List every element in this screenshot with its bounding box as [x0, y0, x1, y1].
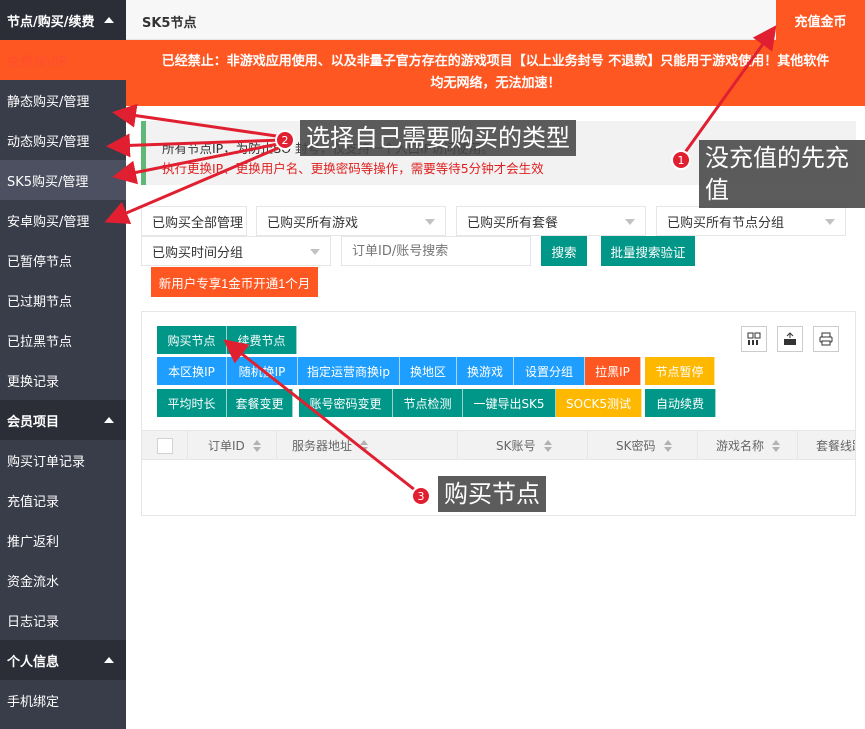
- buy-node-button[interactable]: 购买节点: [157, 326, 227, 354]
- chevron-down-icon: [825, 219, 835, 225]
- sidebar-item-expired[interactable]: 已过期节点: [0, 280, 126, 320]
- pause-node-button[interactable]: 节点暂停: [645, 357, 715, 385]
- time-group-select-value: 已购买时间分组: [152, 245, 244, 261]
- game-select-value: 已购买所有游戏: [267, 215, 359, 231]
- sidebar-group-label: 个人信息: [7, 654, 60, 670]
- recharge-button[interactable]: 充值金币: [776, 0, 865, 40]
- chevron-up-icon: [104, 417, 114, 423]
- col-label: SK账号: [496, 439, 536, 453]
- sock5-test-button[interactable]: SOCK5测试: [556, 389, 642, 417]
- sidebar-item-paused[interactable]: 已暂停节点: [0, 240, 126, 280]
- col-label: 服务器地址: [292, 439, 353, 453]
- sidebar-item-blacklisted[interactable]: 已拉黑节点: [0, 320, 126, 360]
- select-all-checkbox[interactable]: [156, 437, 173, 454]
- random-change-ip-button[interactable]: 随机换IP: [227, 357, 298, 385]
- sidebar-item-dynamic[interactable]: 动态购买/管理: [0, 120, 126, 160]
- sidebar-item-funds[interactable]: 资金流水: [0, 560, 126, 600]
- select-all-cell: [142, 431, 188, 460]
- change-account-password-button[interactable]: 账号密码变更: [299, 389, 393, 417]
- col-sk-password[interactable]: SK密码: [588, 431, 698, 460]
- col-server-address[interactable]: 服务器地址: [277, 431, 458, 460]
- sidebar-group-label: 会员项目: [7, 414, 60, 430]
- sidebar-item-static[interactable]: 静态购买/管理: [0, 80, 126, 120]
- sort-icon: [663, 439, 672, 452]
- node-group-select-value: 已购买所有节点分组: [667, 215, 785, 231]
- page-title: SK5节点: [142, 16, 197, 31]
- annotation-tag-1: 没充值的先充 值: [699, 140, 865, 208]
- package-select-value: 已购买所有套餐: [467, 215, 559, 231]
- game-select[interactable]: 已购买所有游戏: [256, 206, 446, 236]
- manage-all-button[interactable]: 已购买全部管理: [141, 206, 247, 236]
- col-game-name[interactable]: 游戏名称: [698, 431, 798, 460]
- batch-search-button[interactable]: 批量搜索验证: [601, 236, 695, 266]
- col-package-route[interactable]: 套餐线路: [798, 431, 855, 460]
- sort-icon: [772, 439, 781, 452]
- col-label: 订单ID: [208, 439, 245, 453]
- col-label: 游戏名称: [716, 439, 765, 453]
- col-order-id[interactable]: 订单ID: [188, 431, 277, 460]
- col-sk-account[interactable]: SK账号: [458, 431, 588, 460]
- auto-renew-button[interactable]: 自动续费: [645, 389, 716, 417]
- warning-banner: 已经禁止：非游戏应用使用、以及非量子官方存在的游戏项目【以上业务封号 不退款】只…: [126, 40, 865, 106]
- annotation-number-2: 2: [275, 130, 295, 150]
- sidebar-item-sk5[interactable]: SK5购买/管理: [0, 160, 126, 200]
- change-game-button[interactable]: 换游戏: [457, 357, 514, 385]
- avg-duration-button[interactable]: 平均时长: [157, 389, 227, 417]
- renew-node-button[interactable]: 续费节点: [227, 326, 297, 354]
- search-button[interactable]: 搜索: [541, 236, 587, 266]
- chevron-down-icon: [425, 219, 435, 225]
- export-icon[interactable]: [777, 326, 803, 352]
- col-label: SK密码: [616, 439, 656, 453]
- sidebar-group-profile[interactable]: 个人信息: [0, 640, 126, 680]
- sidebar-item-orders[interactable]: 购买订单记录: [0, 440, 126, 480]
- print-icon[interactable]: [813, 326, 839, 352]
- sort-icon: [543, 439, 552, 452]
- promo-button[interactable]: 新用户专享1金币开通1个月: [151, 267, 318, 297]
- annotation-number-3: 3: [411, 486, 431, 506]
- annotation-tag-1-line-1: 没充值的先充: [705, 144, 849, 172]
- sidebar-item-free-vip[interactable]: 免费领VIP: [0, 40, 126, 80]
- change-package-button[interactable]: 套餐变更: [227, 389, 293, 417]
- block-ip-button[interactable]: 拉黑IP: [585, 357, 641, 385]
- sidebar-item-change-log[interactable]: 更换记录: [0, 360, 126, 400]
- carrier-change-ip-button[interactable]: 指定运营商换ip: [298, 357, 400, 385]
- sidebar-item-phone[interactable]: 手机绑定: [0, 680, 126, 720]
- table-header: 订单ID 服务器地址 SK账号 SK密码 游戏名称 套餐线路: [142, 430, 855, 460]
- chevron-down-icon: [310, 249, 320, 255]
- annotation-tag-3: 购买节点: [438, 476, 546, 512]
- change-region-button[interactable]: 换地区: [400, 357, 457, 385]
- time-group-select[interactable]: 已购买时间分组: [141, 236, 331, 266]
- region-change-ip-button[interactable]: 本区换IP: [157, 357, 227, 385]
- sidebar-item-android[interactable]: 安卓购买/管理: [0, 200, 126, 240]
- annotation-number-1: 1: [671, 150, 691, 170]
- set-group-button[interactable]: 设置分组: [514, 357, 585, 385]
- sort-icon: [360, 439, 369, 452]
- sidebar-item-rebate[interactable]: 推广返利: [0, 520, 126, 560]
- top-bar: SK5节点 充值金币: [126, 0, 865, 40]
- col-label: 套餐线路: [816, 439, 855, 453]
- search-input[interactable]: [341, 236, 531, 266]
- package-select[interactable]: 已购买所有套餐: [456, 206, 646, 236]
- chevron-up-icon: [104, 657, 114, 663]
- annotation-tag-1-line-2: 值: [705, 176, 729, 204]
- sidebar-group-nodes[interactable]: 节点/购买/续费: [0, 0, 126, 40]
- node-group-select[interactable]: 已购买所有节点分组: [656, 206, 846, 236]
- node-check-button[interactable]: 节点检测: [393, 389, 463, 417]
- sidebar-item-logs[interactable]: 日志记录: [0, 600, 126, 640]
- chevron-up-icon: [104, 17, 114, 23]
- chevron-down-icon: [625, 219, 635, 225]
- sidebar-group-label: 节点/购买/续费: [7, 14, 95, 30]
- sidebar-group-member[interactable]: 会员项目: [0, 400, 126, 440]
- sort-icon: [252, 439, 261, 452]
- sidebar: 节点/购买/续费 免费领VIP 静态购买/管理 动态购买/管理 SK5购买/管理…: [0, 0, 126, 729]
- columns-icon[interactable]: [741, 326, 767, 352]
- warning-line-2: 均无网络，无法加速！: [430, 76, 561, 91]
- annotation-tag-2: 选择自己需要购买的类型: [300, 120, 576, 156]
- sidebar-item-recharge-log[interactable]: 充值记录: [0, 480, 126, 520]
- warning-line-1: 已经禁止：非游戏应用使用、以及非量子官方存在的游戏项目【以上业务封号 不退款】只…: [161, 54, 830, 69]
- export-sk5-button[interactable]: 一键导出SK5: [463, 389, 556, 417]
